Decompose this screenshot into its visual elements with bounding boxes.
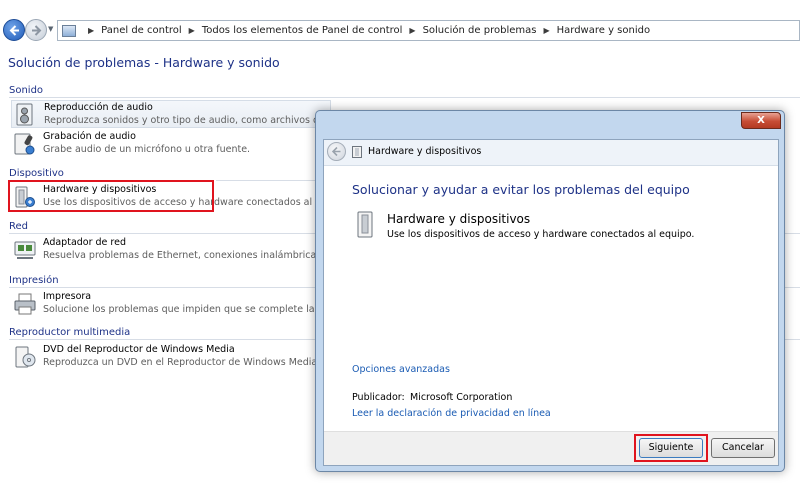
recent-pages-dropdown-icon[interactable]: ▼ xyxy=(48,25,53,33)
section-divider xyxy=(216,180,316,181)
dialog-content: Hardware y dispositivos Solucionar y ayu… xyxy=(323,139,779,466)
next-button[interactable]: Siguiente xyxy=(639,438,703,458)
printer-icon xyxy=(14,293,36,315)
control-panel-icon xyxy=(62,24,76,37)
highlight-box-hardware xyxy=(8,180,214,212)
dialog-device-title: Hardware y dispositivos xyxy=(387,212,531,226)
item-description: Reproduzca un DVD en el Reproductor de W… xyxy=(43,357,321,368)
section-divider xyxy=(9,97,800,98)
dialog-header: Hardware y dispositivos xyxy=(324,140,778,166)
dvd-player-icon xyxy=(15,346,36,368)
troubleshooter-dvd-player[interactable]: DVD del Reproductor de Windows Media Rep… xyxy=(11,343,331,371)
item-title: Grabación de audio xyxy=(43,131,136,142)
troubleshooter-dialog: X Hardware y dispositivos Solucionar y a… xyxy=(315,110,785,472)
section-heading-reproductor-multimedia: Reproductor multimedia xyxy=(9,327,131,338)
forward-button[interactable] xyxy=(25,19,47,41)
advanced-options-link[interactable]: Opciones avanzadas xyxy=(352,364,450,375)
back-button[interactable] xyxy=(3,19,25,41)
troubleshooter-network-adapter[interactable]: Adaptador de red Resuelva problemas de E… xyxy=(11,236,347,264)
chevron-right-icon: ▶ xyxy=(409,26,416,35)
section-heading-sonido: Sonido xyxy=(9,85,44,96)
breadcrumb-solucion-de-problemas[interactable]: Solución de problemas xyxy=(423,25,537,36)
chevron-right-icon: ▶ xyxy=(543,26,550,35)
section-heading-red: Red xyxy=(9,221,28,232)
dialog-footer: Siguiente Cancelar xyxy=(324,431,778,465)
breadcrumb-panel-de-control[interactable]: Panel de control xyxy=(101,25,182,36)
privacy-statement-link[interactable]: Leer la declaración de privacidad en lín… xyxy=(352,408,551,419)
breadcrumb-todos-los-elementos[interactable]: Todos los elementos de Panel de control xyxy=(202,25,403,36)
troubleshooter-audio-recording[interactable]: Grabación de audio Grabe audio de un mic… xyxy=(11,130,331,158)
troubleshooter-printer[interactable]: Impresora Solucione los problemas que im… xyxy=(11,290,350,318)
speaker-icon xyxy=(16,103,33,126)
page-title: Solución de problemas - Hardware y sonid… xyxy=(8,55,280,70)
breadcrumb-hardware-y-sonido[interactable]: Hardware y sonido xyxy=(557,25,650,36)
chevron-right-icon: ▶ xyxy=(188,26,195,35)
dialog-header-title: Hardware y dispositivos xyxy=(368,146,482,157)
item-title: Impresora xyxy=(43,291,92,302)
publisher-label: Publicador: xyxy=(352,392,405,403)
dialog-main-title: Solucionar y ayudar a evitar los problem… xyxy=(352,182,690,197)
network-adapter-icon xyxy=(14,241,36,259)
cancel-button[interactable]: Cancelar xyxy=(711,438,775,458)
arrow-left-icon xyxy=(331,146,341,157)
item-description: Reproduzca sonidos y otro tipo de audio,… xyxy=(44,115,344,126)
troubleshooter-audio-playback[interactable]: Reproducción de audio Reproduzca sonidos… xyxy=(11,100,343,128)
arrow-right-icon xyxy=(32,25,42,36)
item-description: Resuelva problemas de Ethernet, conexion… xyxy=(43,250,347,261)
arrow-left-icon xyxy=(9,25,19,36)
section-heading-impresion: Impresión xyxy=(9,275,59,286)
publisher-value: Microsoft Corporation xyxy=(410,392,513,403)
section-heading-dispositivo: Dispositivo xyxy=(9,168,64,179)
microphone-icon xyxy=(14,133,35,155)
hardware-device-icon xyxy=(357,211,373,238)
item-title: Reproducción de audio xyxy=(44,102,153,113)
hardware-device-icon xyxy=(352,146,362,158)
navigation-bar: ▼ ▶ Panel de control ▶ Todos los element… xyxy=(0,0,800,58)
dialog-device-description: Use los dispositivos de acceso y hardwar… xyxy=(387,229,695,240)
item-description: Grabe audio de un micrófono u otra fuent… xyxy=(43,144,251,155)
close-button[interactable]: X xyxy=(741,112,781,129)
close-icon: X xyxy=(757,115,765,126)
address-bar[interactable]: ▶ Panel de control ▶ Todos los elementos… xyxy=(57,20,800,41)
item-description: Solucione los problemas que impiden que … xyxy=(43,304,350,315)
item-title: Adaptador de red xyxy=(43,237,126,248)
chevron-right-icon: ▶ xyxy=(88,26,95,35)
dialog-back-button[interactable] xyxy=(327,142,346,161)
item-title: DVD del Reproductor de Windows Media xyxy=(43,344,235,355)
